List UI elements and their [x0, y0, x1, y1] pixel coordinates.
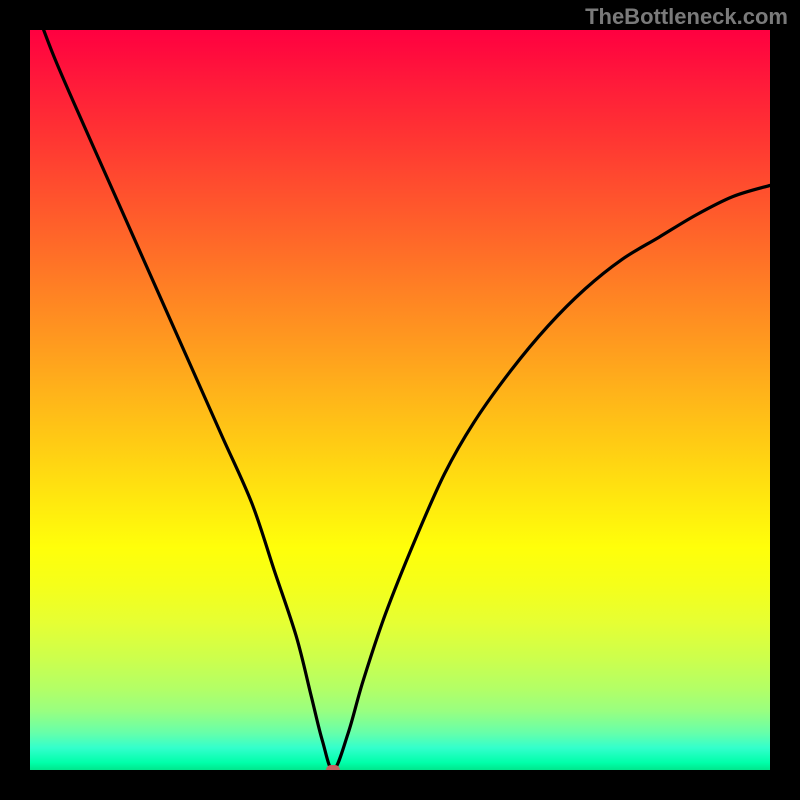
bottleneck-curve-path — [30, 30, 770, 770]
optimal-point-marker — [326, 765, 340, 770]
chart-container: TheBottleneck.com — [0, 0, 800, 800]
curve-svg — [30, 30, 770, 770]
plot-area — [30, 30, 770, 770]
watermark-text: TheBottleneck.com — [585, 4, 788, 30]
